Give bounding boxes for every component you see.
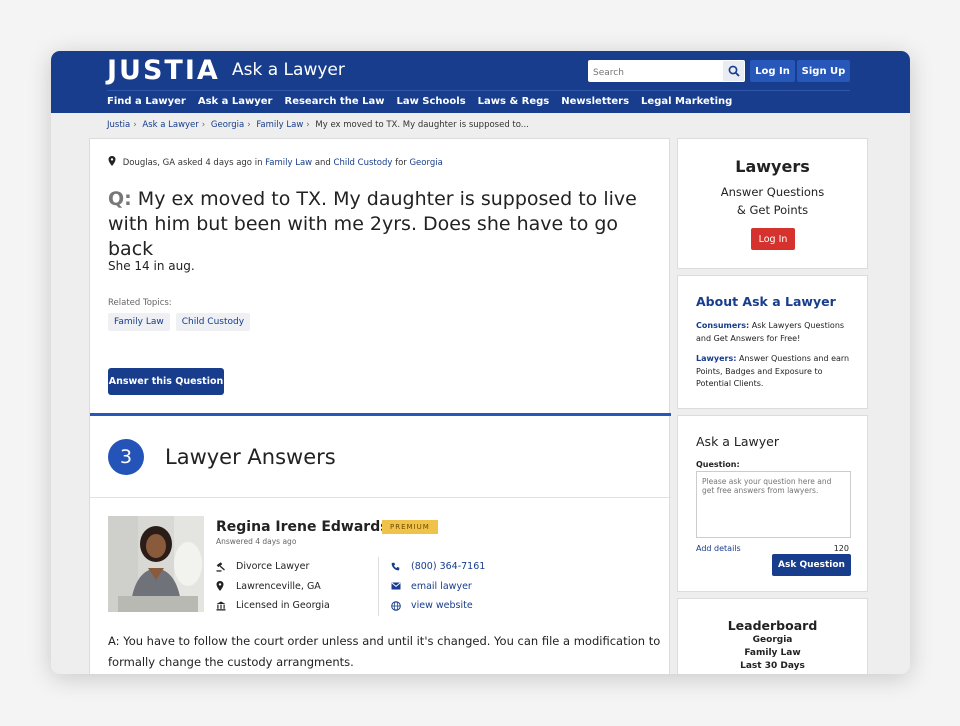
lawyer-phone-link[interactable]: (800) 364-7161	[391, 557, 485, 577]
answer-count-badge: 3	[108, 439, 144, 475]
gavel-icon	[216, 562, 225, 572]
nav-law-schools[interactable]: Law Schools	[396, 96, 465, 112]
breadcrumb-georgia[interactable]: Georgia	[211, 120, 244, 130]
globe-icon	[391, 600, 401, 611]
about-card: About Ask a Lawyer Consumers: Ask Lawyer…	[677, 275, 868, 409]
breadcrumb-current: My ex moved to TX. My daughter is suppos…	[315, 120, 529, 130]
nav-legal-marketing[interactable]: Legal Marketing	[641, 96, 732, 112]
section-divider	[90, 413, 671, 416]
answer-question-button[interactable]: Answer this Question	[108, 368, 224, 395]
related-topics-label: Related Topics:	[108, 298, 172, 308]
question-body: She 14 in aug.	[108, 259, 195, 273]
courthouse-icon	[216, 601, 226, 611]
premium-badge: PREMIUM	[382, 520, 438, 534]
nav-laws-regs[interactable]: Laws & Regs	[478, 96, 550, 112]
lawyer-location: Lawrenceville, GA	[216, 577, 330, 597]
answered-time: Answered 4 days ago	[216, 537, 297, 546]
lawyer-name[interactable]: Regina Irene Edwards	[216, 519, 389, 535]
nav-newsletters[interactable]: Newsletters	[561, 96, 629, 112]
state-link-georgia[interactable]: Georgia	[409, 158, 442, 168]
ask-card-title: Ask a Lawyer	[696, 434, 779, 449]
phone-icon	[391, 562, 400, 571]
nav-ask-a-lawyer[interactable]: Ask a Lawyer	[198, 96, 273, 112]
topic-link-family-law[interactable]: Family Law	[265, 158, 312, 168]
question-panel: Douglas, GA asked 4 days ago in Family L…	[89, 138, 671, 674]
about-consumers: Consumers: Ask Lawyers Questions and Get…	[696, 321, 845, 343]
leaderboard-card: Leaderboard Georgia Family Law Last 30 D…	[677, 598, 868, 674]
main-nav: Find a Lawyer Ask a Lawyer Research the …	[107, 90, 850, 112]
breadcrumb-justia[interactable]: Justia	[107, 120, 130, 130]
email-icon	[391, 582, 401, 590]
about-lawyers: Lawyers: Answer Questions and earn Point…	[696, 354, 850, 388]
location-pin-icon	[108, 156, 116, 166]
ask-lawyer-card: Ask a Lawyer Question: Add details 120 A…	[677, 415, 868, 592]
nav-research-the-law[interactable]: Research the Law	[285, 96, 385, 112]
lawyers-card-subtitle: Answer Questions & Get Points	[720, 185, 825, 217]
header-login-button[interactable]: Log In	[750, 60, 795, 82]
lawyers-card-title: Lawyers	[735, 157, 810, 176]
lawyer-photo[interactable]	[108, 516, 204, 612]
character-counter: 120	[833, 544, 849, 553]
question-label: Question:	[696, 460, 740, 469]
answers-heading: Lawyer Answers	[165, 445, 336, 469]
header-signup-button[interactable]: Sign Up	[797, 60, 850, 82]
nav-find-a-lawyer[interactable]: Find a Lawyer	[107, 96, 186, 112]
lawyer-details: Divorce Lawyer Lawrenceville, GA License…	[216, 557, 330, 616]
lawyer-license: Licensed in Georgia	[216, 596, 330, 616]
question-title: Q: My ex moved to TX. My daughter is sup…	[108, 187, 658, 262]
question-prefix: Q:	[108, 188, 132, 210]
breadcrumb: Justia › Ask a Lawyer › Georgia › Family La…	[107, 120, 529, 130]
browser-window: JUSTIA Ask a Lawyer Log In Sign Up Find …	[51, 51, 910, 674]
lawyers-card: Lawyers Answer Questions & Get Points Lo…	[677, 138, 868, 269]
answer-text: A: You have to follow the court order un…	[108, 634, 661, 669]
lawyer-practice: Divorce Lawyer	[216, 557, 330, 577]
lawyers-login-button[interactable]: Log In	[751, 228, 795, 250]
search-input[interactable]	[588, 62, 720, 84]
add-details-link[interactable]: Add details	[696, 544, 741, 553]
leaderboard-title: Leaderboard	[727, 618, 818, 633]
tag-family-law[interactable]: Family Law	[108, 313, 170, 331]
breadcrumb-ask-a-lawyer[interactable]: Ask a Lawyer	[142, 120, 198, 130]
tag-child-custody[interactable]: Child Custody	[175, 313, 251, 331]
question-text: My ex moved to TX. My daughter is suppos…	[108, 188, 637, 260]
logo-subtitle[interactable]: Ask a Lawyer	[232, 60, 345, 80]
about-card-title: About Ask a Lawyer	[696, 294, 836, 309]
leaderboard-filters: Georgia Family Law Last 30 Days	[740, 635, 805, 671]
ask-question-button[interactable]: Ask Question	[772, 554, 851, 576]
lawyer-email-link[interactable]: email lawyer	[391, 577, 485, 597]
site-header: JUSTIA Ask a Lawyer Log In Sign Up Find …	[51, 51, 910, 113]
lawyer-contact: (800) 364-7161 email lawyer view website	[378, 557, 485, 616]
topic-link-child-custody[interactable]: Child Custody	[334, 158, 393, 168]
search-icon	[728, 65, 740, 77]
asked-meta: Douglas, GA asked 4 days ago in Family L…	[108, 156, 443, 168]
related-topics: Family Law Child Custody	[108, 313, 251, 331]
location-pin-icon	[216, 581, 224, 592]
breadcrumb-family-law[interactable]: Family Law	[256, 120, 303, 130]
lawyer-portrait-image	[108, 516, 204, 612]
search-box	[588, 60, 745, 84]
lawyer-website-link[interactable]: view website	[391, 596, 485, 616]
search-button[interactable]	[723, 61, 744, 81]
answers-divider	[90, 497, 671, 498]
justia-logo[interactable]: JUSTIA	[107, 55, 220, 86]
question-textarea[interactable]	[696, 471, 851, 538]
